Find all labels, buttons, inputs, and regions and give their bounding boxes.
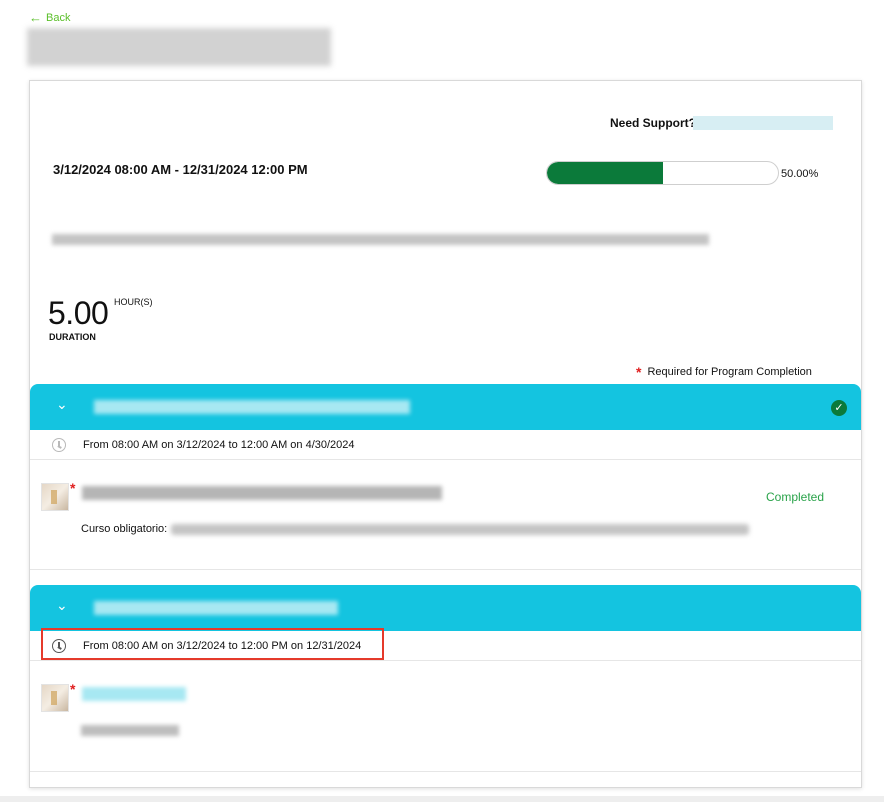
required-legend: * Required for Program Completion [636, 364, 812, 380]
course-description-1: Curso obligatorio: [81, 523, 750, 535]
back-link[interactable]: ← Back [29, 10, 70, 25]
course-title-2-redacted[interactable] [82, 687, 186, 701]
page-bottom-strip [0, 796, 884, 802]
section-1-time-row: From 08:00 AM on 3/12/2024 to 12:00 AM o… [30, 430, 861, 460]
section-header-1[interactable]: ⌄ ✓ [30, 384, 861, 430]
course-status: Completed [766, 490, 825, 504]
required-star-icon: * [70, 681, 76, 697]
section-1-item: * Completed Curso obligatorio: [30, 480, 861, 570]
course-title-1-redacted[interactable] [82, 486, 442, 500]
clock-icon [52, 438, 66, 452]
section-title-1-redacted [94, 400, 410, 414]
required-note: Required for Program Completion [647, 366, 812, 378]
duration-label: DURATION [49, 332, 96, 342]
course-thumbnail [41, 483, 69, 511]
progress-percentage: 50.00% [781, 168, 819, 180]
clock-icon [52, 639, 66, 653]
course-description-2-redacted [81, 725, 179, 736]
section-2-time-text: From 08:00 AM on 3/12/2024 to 12:00 PM o… [83, 640, 362, 652]
support-label: Need Support? [610, 116, 696, 130]
section-1-time-text: From 08:00 AM on 3/12/2024 to 12:00 AM o… [83, 439, 355, 451]
program-date-range: 3/12/2024 08:00 AM - 12/31/2024 12:00 PM [53, 162, 308, 177]
program-title-redacted [27, 28, 331, 66]
course-thumbnail [41, 684, 69, 712]
back-arrow-icon: ← [29, 10, 42, 25]
course-desc-redacted [171, 523, 750, 535]
progress-bar-fill [547, 162, 663, 184]
chevron-down-icon[interactable]: ⌄ [56, 597, 68, 614]
program-card: Need Support? 3/12/2024 08:00 AM - 12/31… [29, 80, 862, 788]
duration-value: 5.00 [48, 295, 109, 331]
course-desc-prefix: Curso obligatorio: [81, 523, 168, 535]
program-description-redacted [52, 234, 709, 245]
duration-unit: HOUR(S) [114, 297, 153, 307]
required-star-icon: * [636, 364, 642, 380]
check-icon: ✓ [831, 400, 847, 416]
section-2-item: * [30, 681, 861, 772]
section-2-time-row: From 08:00 AM on 3/12/2024 to 12:00 PM o… [30, 628, 861, 661]
required-star-icon: * [70, 480, 76, 496]
chevron-down-icon[interactable]: ⌄ [56, 396, 68, 413]
progress-bar [546, 161, 779, 185]
section-header-2[interactable]: ⌄ [30, 585, 861, 631]
section-title-2-redacted [94, 601, 338, 615]
support-link-redacted[interactable] [693, 116, 833, 130]
back-label: Back [46, 11, 71, 24]
